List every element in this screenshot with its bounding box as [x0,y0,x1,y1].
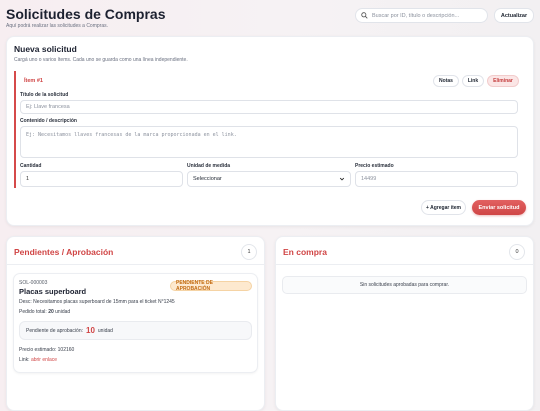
buying-empty-message: Sin solicitudes aprobadas para comprar. [282,276,527,294]
pending-title: Pendientes / Aprobación [14,247,114,257]
search-input[interactable] [372,12,482,19]
price-input[interactable] [355,171,518,187]
chevron-down-icon [339,177,345,181]
new-request-title: Nueva solicitud [14,44,77,54]
content-label: Contenido / descripción [20,118,77,124]
buying-count-badge: 0 [509,244,525,260]
status-badge: PENDIENTE DE APROBACIÓN [170,280,252,292]
request-total-label: Pedido total: [19,309,47,315]
content-textarea[interactable] [20,126,518,158]
request-price: Precio estimado: 102160 [19,347,74,353]
buying-card [275,236,534,411]
notes-button[interactable]: Notas [433,75,459,87]
price-label: Precio estimado [355,163,394,169]
request-link-anchor[interactable]: abrir enlace [31,357,57,363]
send-request-button[interactable]: Enviar solicitud [472,200,526,215]
buying-divider [275,264,534,265]
search-box[interactable] [355,8,488,23]
request-total: Pedido total: 20 unidad [19,309,70,315]
request-total-qty: 20 [48,309,54,315]
title-input[interactable] [20,100,518,114]
pending-approval-unit: unidad [97,327,113,334]
request-link-label: Link: [19,357,30,363]
search-icon [361,12,368,19]
delete-item-button[interactable]: Eliminar [487,75,519,87]
title-label: Título de la solicitud [20,92,69,98]
request-total-unit: unidad [55,309,71,315]
unit-label: Unidad de medida [187,163,231,169]
page-title: Solicitudes de Compras [6,6,166,22]
unit-select-value: Seleccionar [193,176,222,182]
request-desc: Desc: Necesitamos placas superboard de 1… [19,299,175,305]
link-button[interactable]: Link [462,75,484,87]
item-tag: Ítem #1 [24,78,43,84]
new-request-subtitle: Cargá uno o varios ítems. Cada uno se gu… [14,57,188,63]
quantity-label: Cantidad [20,163,42,169]
refresh-button[interactable]: Actualizar [494,8,534,23]
request-desc-value: Necesitamos placas superboard de 15mm pa… [33,299,175,305]
request-title: Placas superboard [19,287,87,296]
quantity-input[interactable]: 1 [20,171,183,187]
pending-approval-box: Pendiente de aprobación: 10 unidad [19,321,252,340]
unit-select[interactable]: Seleccionar [187,171,351,187]
request-price-label: Precio estimado: [19,347,57,353]
buying-title: En compra [283,247,327,257]
request-price-value: 102160 [57,347,75,353]
pending-count-badge: 1 [241,244,257,260]
pending-divider [6,264,265,265]
pending-approval-qty: 10 [86,326,95,335]
page-subtitle: Aquí podrá realizar las solicitudes a Co… [6,23,108,29]
request-desc-label: Desc: [19,299,32,305]
request-id: SOL-000003 [19,280,48,286]
request-link: Link: abrir enlace [19,357,57,363]
pending-approval-label: Pendiente de aprobación: [26,327,83,334]
add-item-button[interactable]: + Agregar ítem [421,200,466,215]
